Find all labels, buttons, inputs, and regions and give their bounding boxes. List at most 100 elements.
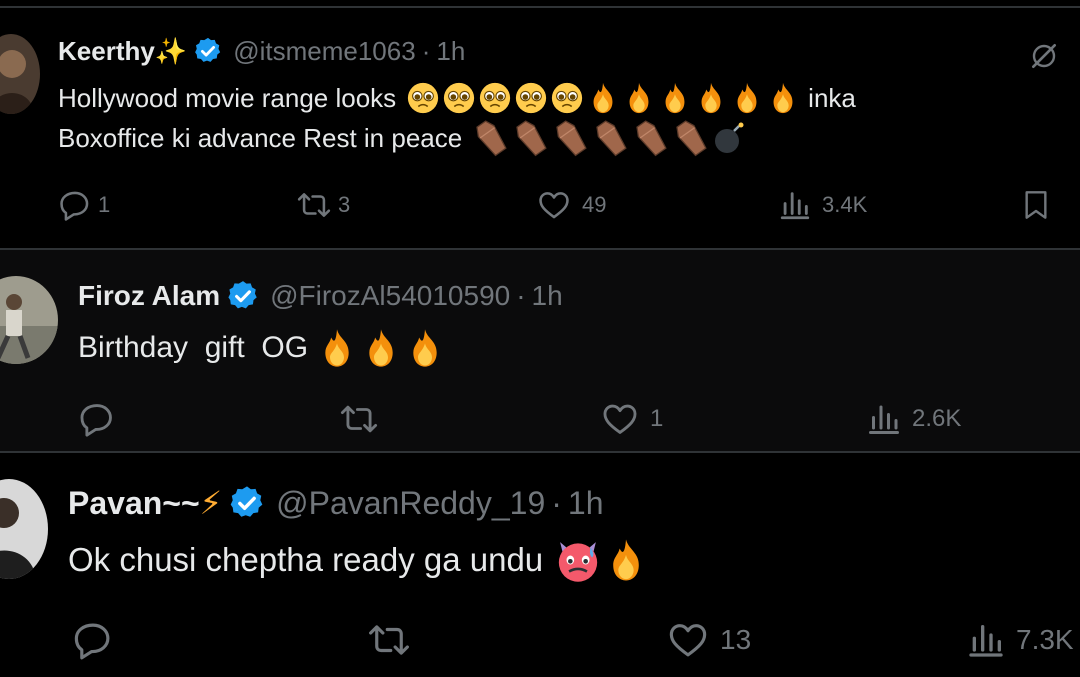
fire-icon [622, 81, 656, 115]
reply-button[interactable] [72, 619, 114, 661]
separator: · [551, 484, 562, 521]
action-bar: 1 3 49 3.4K [0, 186, 1080, 226]
action-bar: 13 7.3K [0, 619, 1080, 659]
coffin-icon [472, 119, 510, 157]
bomb-icon [712, 120, 748, 156]
fire-icon [694, 81, 728, 115]
name-lightning: ⚡ [199, 485, 223, 521]
views-button[interactable]: 2.6K [866, 400, 961, 438]
coffin-icon [592, 119, 630, 157]
coffin-icon [632, 119, 670, 157]
retweet-button[interactable]: 3 [296, 188, 350, 222]
like-count: 13 [720, 624, 752, 655]
retweet-icon [366, 619, 412, 661]
verified-badge-icon[interactable] [226, 279, 260, 313]
avatar[interactable] [0, 34, 40, 114]
bookmark-button[interactable] [1020, 188, 1052, 222]
separator: · [516, 280, 526, 311]
tweet-text-line-2: Boxoffice ki advance Rest in peace [58, 120, 750, 156]
pleading-face-icon [478, 81, 512, 115]
retweet-button[interactable] [366, 619, 412, 661]
fire-icon [766, 81, 800, 115]
fire-icon [586, 81, 620, 115]
tweet-1[interactable]: Keerthy ✨ @itsmeme1063 · 1h Hollywood mo… [0, 8, 1080, 246]
fire-icon [658, 81, 692, 115]
retweet-icon [296, 188, 332, 222]
reply-button[interactable] [78, 400, 116, 438]
tweet-header: Keerthy ✨ @itsmeme1063 · 1h [58, 34, 465, 68]
tweet-header: Pavan~~ ⚡ @PavanReddy_19 · 1h [68, 483, 603, 523]
reply-button[interactable]: 1 [58, 188, 110, 222]
like-icon [536, 188, 572, 222]
retweet-count: 3 [338, 192, 351, 217]
views-button[interactable]: 3.4K [778, 188, 867, 222]
views-count: 3.4K [822, 192, 868, 217]
tweet-text-line-1: Ok chusi cheptha ready ga undu [68, 537, 651, 583]
retweet-button[interactable] [338, 400, 380, 438]
grok-icon[interactable] [1028, 40, 1060, 72]
fire-icon [603, 537, 649, 583]
fire-icon [360, 327, 402, 369]
emoji-group [472, 119, 750, 157]
reply-icon [58, 188, 92, 222]
tweet-text: Boxoffice ki advance Rest in peace [58, 123, 463, 153]
handle[interactable]: @PavanReddy_19 [276, 485, 545, 522]
like-icon [600, 400, 640, 438]
like-button[interactable]: 13 [666, 619, 751, 661]
tweet-text-line-1: Birthday gift OG [78, 328, 448, 368]
pleading-face-icon [514, 81, 548, 115]
coffin-icon [672, 119, 710, 157]
pleading-face-icon [550, 81, 584, 115]
top-divider [0, 0, 1080, 8]
name-sparkles: ✨ [154, 35, 188, 66]
views-icon [866, 400, 902, 438]
tweet-text: Hollywood movie range looks [58, 83, 397, 113]
display-name[interactable]: Firoz Alam [78, 280, 220, 312]
emoji-group [555, 537, 651, 583]
devil-sweat-icon [555, 537, 601, 583]
display-name[interactable]: Keerthy [58, 36, 155, 67]
handle[interactable]: @itsmeme1063 [233, 36, 415, 67]
tweet-text-line-1: Hollywood movie range looks inka [58, 80, 856, 116]
like-count: 1 [650, 405, 664, 432]
fire-icon [730, 81, 764, 115]
tweet-text-end: inka [808, 83, 856, 113]
emoji-group [316, 327, 448, 369]
bookmark-icon [1020, 188, 1052, 222]
like-count: 49 [582, 192, 607, 217]
like-icon [666, 619, 710, 661]
timestamp[interactable]: 1h [532, 280, 563, 312]
views-count: 2.6K [912, 405, 962, 432]
timestamp[interactable]: 1h [568, 485, 604, 522]
tweet-2[interactable]: Firoz Alam @FirozAl54010590 · 1h Birthda… [0, 248, 1080, 451]
coffin-icon [552, 119, 590, 157]
handle[interactable]: @FirozAl54010590 [270, 280, 510, 312]
like-button[interactable]: 49 [536, 188, 606, 222]
emoji-group [406, 81, 802, 115]
avatar[interactable] [0, 276, 58, 364]
separator: · [421, 35, 431, 66]
pleading-face-icon [442, 81, 476, 115]
fire-icon [316, 327, 358, 369]
views-icon [966, 619, 1006, 661]
display-name[interactable]: Pavan~~ [68, 485, 200, 522]
reply-icon [78, 400, 116, 438]
views-icon [778, 188, 812, 222]
views-button[interactable]: 7.3K [966, 619, 1074, 661]
tweet-text: Birthday gift OG [78, 331, 309, 364]
reply-count: 1 [98, 192, 111, 217]
timestamp[interactable]: 1h [436, 36, 465, 67]
coffin-icon [512, 119, 550, 157]
reply-icon [72, 619, 114, 661]
tweet-3[interactable]: Pavan~~ ⚡ @PavanReddy_19 · 1h Ok chusi c… [0, 451, 1080, 677]
verified-badge-icon[interactable] [228, 484, 266, 522]
like-button[interactable]: 1 [600, 400, 663, 438]
tweet-text: Ok chusi cheptha ready ga undu [68, 541, 544, 578]
pleading-face-icon [406, 81, 440, 115]
views-count: 7.3K [1016, 624, 1074, 655]
retweet-icon [338, 400, 380, 438]
verified-badge-icon[interactable] [193, 36, 223, 66]
tweet-header: Firoz Alam @FirozAl54010590 · 1h [78, 278, 563, 314]
fire-icon [404, 327, 446, 369]
avatar[interactable] [0, 479, 48, 579]
